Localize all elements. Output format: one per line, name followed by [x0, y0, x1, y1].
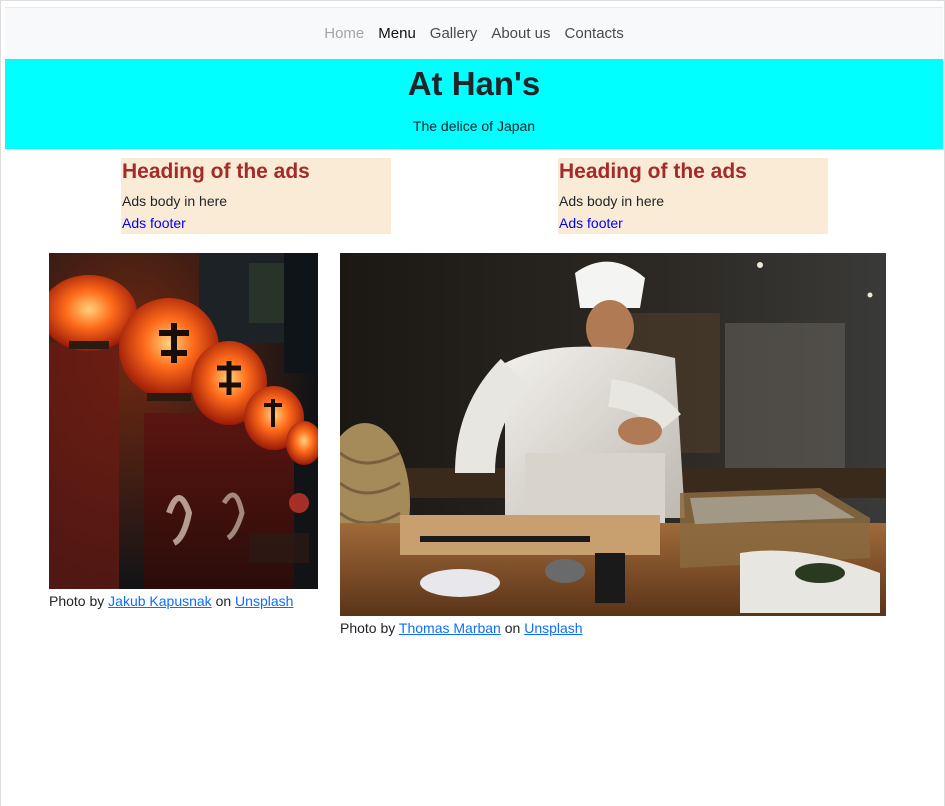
nav-link-about-us[interactable]: About us — [484, 24, 557, 44]
photo-credit: Photo by Jakub Kapusnak on Unsplash — [49, 591, 293, 611]
ad-heading: Heading of the ads — [122, 160, 310, 183]
source-link[interactable]: Unsplash — [524, 620, 582, 636]
credit-on: on — [504, 620, 521, 636]
sushi-chef-illustration — [340, 253, 886, 616]
credit-on: on — [215, 593, 232, 609]
sushi-chef-photo — [340, 253, 886, 616]
photo-credit: Photo by Thomas Marban on Unsplash — [340, 618, 583, 638]
ad-card: Heading of the ads Ads body in here Ads … — [121, 158, 391, 234]
ad-body: Ads body in here — [559, 193, 665, 209]
nav-link-home[interactable]: Home — [317, 24, 371, 44]
page: Home Menu Gallery About us Contacts At H… — [0, 0, 945, 806]
ad-body: Ads body in here — [122, 193, 228, 209]
ad-card: Heading of the ads Ads body in here Ads … — [558, 158, 828, 234]
lanterns-illustration — [49, 253, 318, 589]
ad-footer-link[interactable]: Ads footer — [558, 213, 828, 233]
credit-prefix: Photo by — [49, 593, 105, 609]
nav-link-gallery[interactable]: Gallery — [423, 24, 485, 44]
hero-banner: At Han's The delice of Japan — [5, 59, 943, 149]
navbar: Home Menu Gallery About us Contacts — [5, 7, 943, 59]
nav-link-contacts[interactable]: Contacts — [558, 24, 631, 44]
page-title: At Han's — [407, 65, 541, 102]
credit-prefix: Photo by — [340, 620, 396, 636]
page-subtitle: The delice of Japan — [412, 118, 536, 134]
lanterns-photo — [49, 253, 318, 589]
author-link[interactable]: Jakub Kapusnak — [108, 593, 212, 609]
source-link[interactable]: Unsplash — [235, 593, 293, 609]
nav-link-menu[interactable]: Menu — [371, 24, 423, 44]
author-link[interactable]: Thomas Marban — [399, 620, 501, 636]
ad-heading: Heading of the ads — [559, 160, 747, 183]
ad-footer-link[interactable]: Ads footer — [121, 213, 391, 233]
